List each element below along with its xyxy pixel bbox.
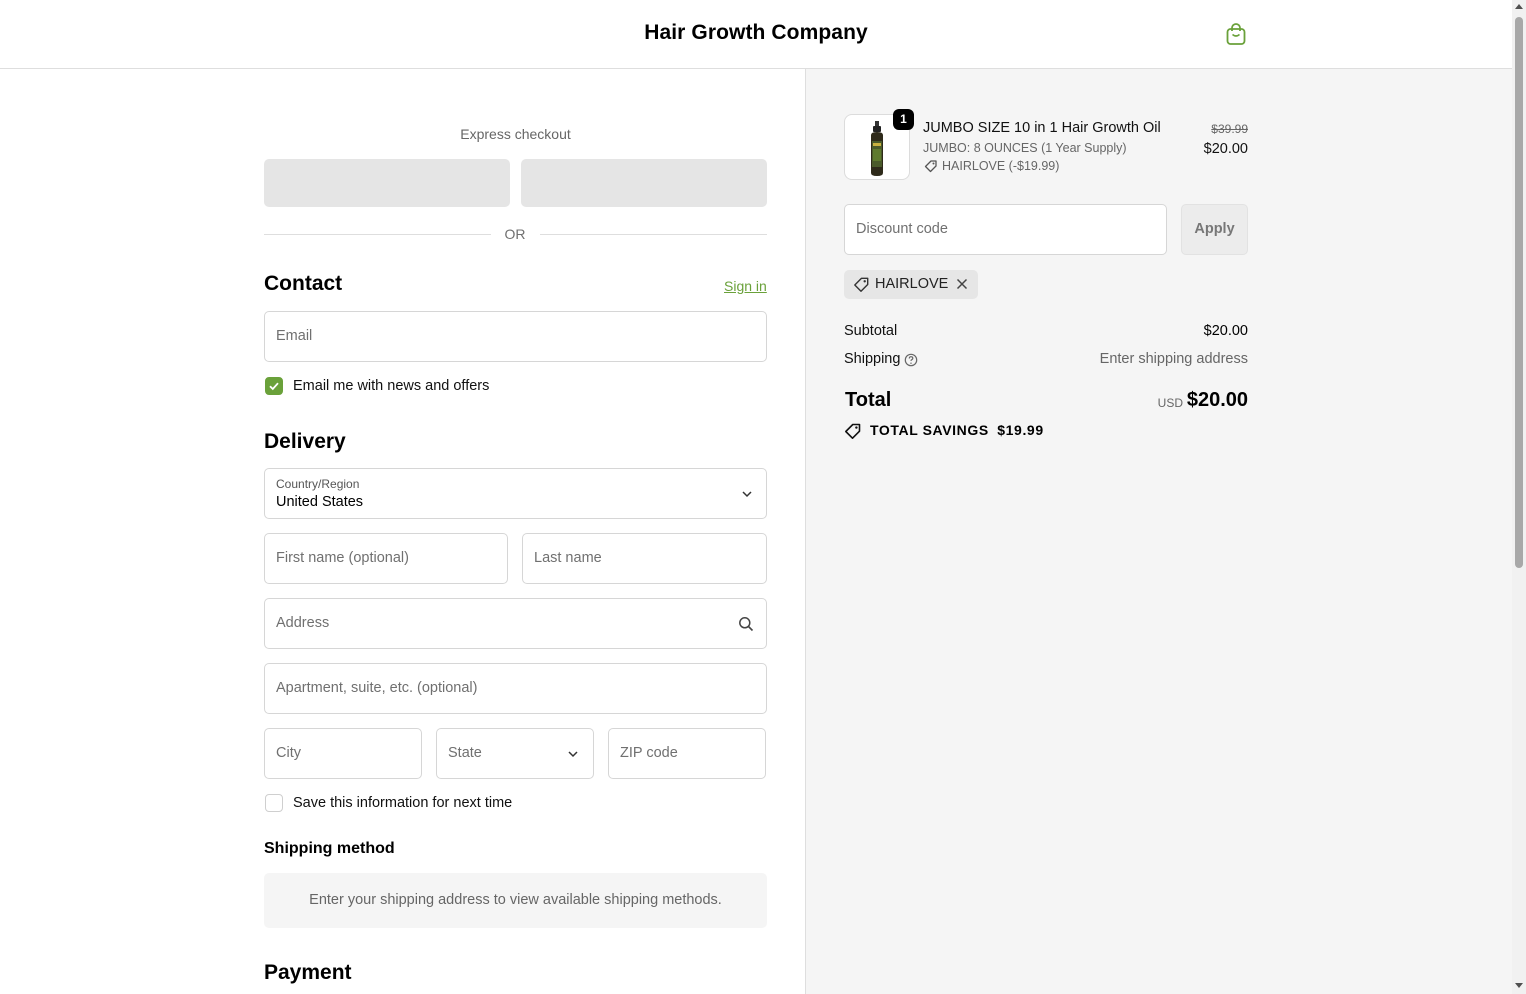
last-name-placeholder: Last name [534,550,602,566]
express-pay-button-1[interactable] [264,159,510,207]
chevron-down-icon [568,751,578,758]
total-amount: $20.00 [1186,389,1248,411]
savings-tag-icon [845,423,861,439]
savings-amount: $19.99 [997,422,1044,438]
save-info-label: Save this information for next time [293,795,513,811]
quantity-badge: 1 [893,109,914,130]
apartment-placeholder: Apartment, suite, etc. (optional) [276,680,478,696]
email-placeholder: Email [276,328,313,344]
subtotal-label: Subtotal [844,323,898,339]
product-variant: JUMBO: 8 OUNCES (1 Year Supply) [923,141,1127,155]
scroll-up-arrow-icon[interactable] [1515,4,1523,9]
product-discount: HAIRLOVE (-$19.99) [942,159,1060,173]
sign-in-link[interactable]: Sign in [724,278,767,294]
first-name-field[interactable]: First name (optional) [264,533,508,584]
save-info-checkbox[interactable] [265,794,283,812]
address-placeholder: Address [276,615,330,631]
email-field[interactable]: Email [264,311,767,362]
city-placeholder: City [276,745,301,761]
divider-left [264,234,491,235]
newsletter-label: Email me with news and offers [293,378,490,394]
header: Hair Growth Company [0,0,1512,69]
discount-code-placeholder: Discount code [856,221,948,237]
shipping-value: Enter shipping address [1099,351,1248,367]
tag-icon [924,160,937,173]
state-select[interactable]: State [436,728,594,779]
checkmark-icon [269,382,279,391]
apply-button[interactable]: Apply [1181,204,1248,255]
product-name: JUMBO SIZE 10 in 1 Hair Growth Oil [923,120,1161,136]
express-pay-button-2[interactable] [521,159,767,207]
page-scrollbar[interactable] [1512,0,1526,994]
country-label: Country/Region [276,477,360,491]
original-price: $39.99 [1211,122,1248,136]
scroll-down-arrow-icon[interactable] [1515,983,1523,988]
or-divider-text: OR [504,226,526,242]
savings-label: TOTAL SAVINGS [870,422,989,438]
total-savings: TOTAL SAVINGS $19.99 [870,422,1044,438]
applied-discount-chip: HAIRLOVE [844,270,978,299]
tag-icon [854,277,869,292]
scrollbar-thumb[interactable] [1515,17,1523,568]
country-select[interactable]: Country/Region United States [264,468,767,519]
first-name-placeholder: First name (optional) [276,550,409,566]
payment-heading: Payment [264,961,352,984]
contact-heading: Contact [264,272,343,295]
total-label: Total [845,389,892,411]
apartment-field[interactable]: Apartment, suite, etc. (optional) [264,663,767,714]
address-field[interactable]: Address [264,598,767,649]
shopping-bag-icon[interactable] [1225,22,1247,46]
shipping-method-notice: Enter your shipping address to view avai… [264,873,767,928]
city-field[interactable]: City [264,728,422,779]
newsletter-checkbox[interactable] [265,377,283,395]
discount-code-field[interactable]: Discount code [844,204,1167,255]
shipping-method-heading: Shipping method [264,840,395,857]
zip-placeholder: ZIP code [620,745,678,761]
help-circle-icon[interactable] [904,353,918,367]
shipping-label: Shipping [844,351,901,367]
currency-code: USD [1157,396,1183,410]
express-checkout-label: Express checkout [460,126,571,142]
subtotal-value: $20.00 [1203,323,1248,339]
delivery-heading: Delivery [264,430,346,453]
chevron-down-icon [742,491,752,498]
applied-code-label: HAIRLOVE [875,276,949,292]
zip-field[interactable]: ZIP code [608,728,766,779]
last-name-field[interactable]: Last name [522,533,767,584]
divider-right [540,234,767,235]
item-price: $20.00 [1203,141,1248,157]
state-placeholder: State [448,745,482,761]
country-value: United States [276,494,364,510]
shipping-method-message: Enter your shipping address to view avai… [309,892,722,908]
store-name[interactable]: Hair Growth Company [0,21,1512,45]
checkout-page: Hair Growth Company Express checkout OR … [0,0,1526,994]
close-icon[interactable] [956,278,968,290]
search-icon[interactable] [738,616,754,632]
